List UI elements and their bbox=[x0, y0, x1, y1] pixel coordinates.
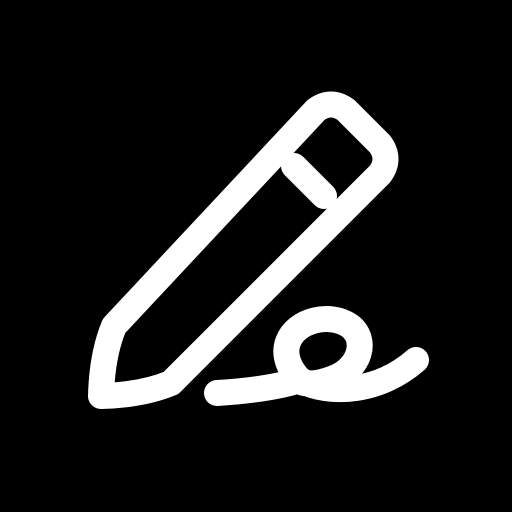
pen-signature-svg bbox=[0, 0, 512, 512]
pen-signature-icon bbox=[0, 0, 512, 512]
icon-background bbox=[0, 0, 512, 512]
